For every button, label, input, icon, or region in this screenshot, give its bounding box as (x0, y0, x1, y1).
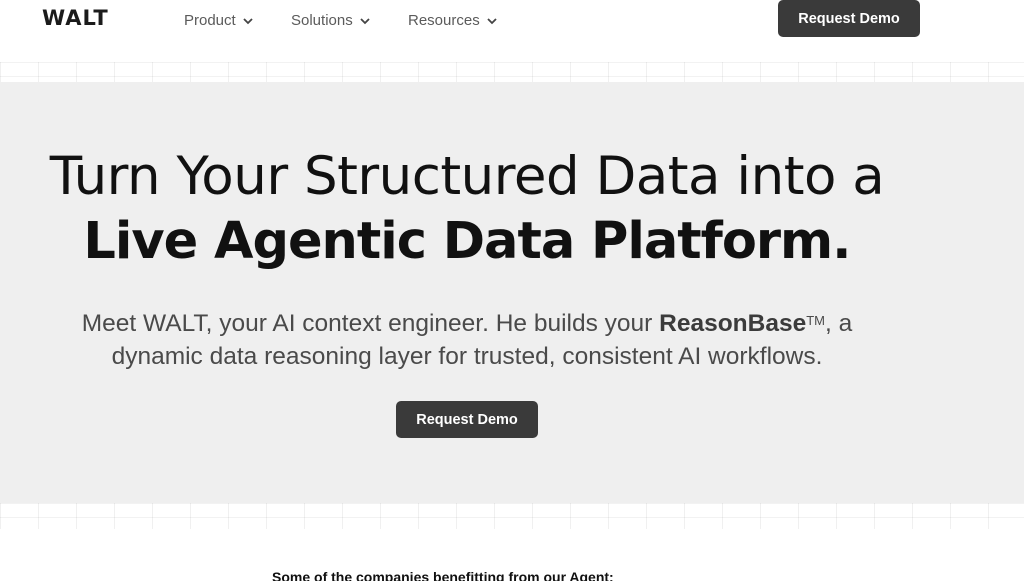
hero-section: Turn Your Structured Data into a Live Ag… (0, 82, 1024, 503)
chevron-down-icon (359, 15, 371, 27)
grid-decoration-bottom (0, 503, 1024, 529)
hero-headline-line1: Turn Your Structured Data into a (49, 146, 885, 207)
nav-item-solutions[interactable]: Solutions (291, 12, 371, 29)
nav-item-label: Solutions (291, 12, 353, 29)
page: WALT Product Solutions Resources Request… (0, 0, 1024, 581)
hero-subtitle: Meet WALT, your AI context engineer. He … (0, 304, 934, 373)
chevron-down-icon (242, 15, 254, 27)
companies-heading: Some of the companies benefitting from o… (272, 569, 614, 581)
hero-subtitle-line1: Meet WALT, your AI context engineer. He … (0, 304, 934, 340)
subtitle-text: , a (825, 310, 853, 337)
subtitle-text: Meet WALT, your AI context engineer. He … (81, 310, 660, 337)
nav-item-resources[interactable]: Resources (408, 12, 498, 29)
nav-item-label: Resources (408, 12, 480, 29)
walt-logo[interactable]: WALT (42, 6, 109, 30)
reasonbase-brand: ReasonBase (659, 310, 807, 337)
grid-decoration-top (0, 62, 1024, 82)
hero-headline-line2: Live Agentic Data Platform. (83, 212, 851, 271)
top-nav: WALT Product Solutions Resources Request… (0, 0, 1024, 50)
hero-request-demo-button[interactable]: Request Demo (396, 401, 538, 438)
trademark-mark: TM (806, 313, 825, 328)
nav-item-product[interactable]: Product (184, 12, 254, 29)
hero-subtitle-line2: dynamic data reasoning layer for trusted… (111, 343, 823, 370)
nav-item-label: Product (184, 12, 236, 29)
nav-request-demo-button[interactable]: Request Demo (778, 0, 920, 37)
chevron-down-icon (486, 15, 498, 27)
